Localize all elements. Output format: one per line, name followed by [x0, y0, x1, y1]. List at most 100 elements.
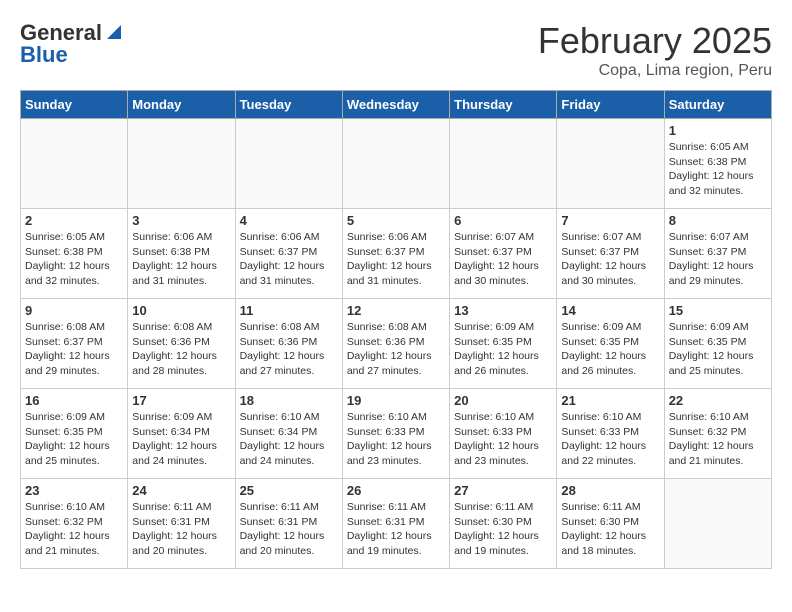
day-info: Sunrise: 6:10 AM Sunset: 6:32 PM Dayligh… [669, 410, 767, 469]
calendar-cell: 24Sunrise: 6:11 AM Sunset: 6:31 PM Dayli… [128, 479, 235, 569]
calendar-cell [450, 119, 557, 209]
calendar-cell: 10 Sunrise: 6:08 AM Sunset: 6:36 PM Dayli… [128, 299, 235, 389]
page-subtitle: Copa, Lima region, Peru [538, 62, 772, 80]
day-info: Sunrise: 6:08 AM Sunset: 6:36 PM Dayligh… [240, 320, 338, 379]
calendar-cell [235, 119, 342, 209]
day-number: 16 [25, 393, 123, 408]
day-info: Sunrise: 6:10 AM Sunset: 6:33 PM Dayligh… [454, 410, 552, 469]
calendar-header-friday: Friday [557, 91, 664, 119]
calendar-cell: 27 Sunrise: 6:11 AM Sunset: 6:30 PM Dayli… [450, 479, 557, 569]
day-number: 9 [25, 303, 123, 318]
logo: General Blue [20, 20, 121, 68]
day-number: 12 [347, 303, 445, 318]
day-number: 2 [25, 213, 123, 228]
day-number: 4 [240, 213, 338, 228]
day-number: 5 [347, 213, 445, 228]
calendar-cell: 9 Sunrise: 6:08 AM Sunset: 6:37 PM Daylig… [21, 299, 128, 389]
calendar-cell: 14 Sunrise: 6:09 AM Sunset: 6:35 PM Dayli… [557, 299, 664, 389]
day-number: 17 [132, 393, 230, 408]
page-title: February 2025 [538, 20, 772, 62]
day-number: 15 [669, 303, 767, 318]
calendar-table: SundayMondayTuesdayWednesdayThursdayFrid… [20, 90, 772, 569]
day-number: 11 [240, 303, 338, 318]
calendar-header-thursday: Thursday [450, 91, 557, 119]
title-area: February 2025 Copa, Lima region, Peru [538, 20, 772, 80]
day-info: Sunrise: 6:08 AM Sunset: 6:36 PM Dayligh… [132, 320, 230, 379]
calendar-cell: 17Sunrise: 6:09 AM Sunset: 6:34 PM Dayli… [128, 389, 235, 479]
logo-blue-text: Blue [20, 42, 68, 68]
calendar-cell [342, 119, 449, 209]
calendar-header-tuesday: Tuesday [235, 91, 342, 119]
calendar-cell: 7Sunrise: 6:07 AM Sunset: 6:37 PM Daylig… [557, 209, 664, 299]
day-info: Sunrise: 6:06 AM Sunset: 6:37 PM Dayligh… [347, 230, 445, 289]
day-number: 7 [561, 213, 659, 228]
calendar-cell: 21Sunrise: 6:10 AM Sunset: 6:33 PM Dayli… [557, 389, 664, 479]
day-info: Sunrise: 6:08 AM Sunset: 6:36 PM Dayligh… [347, 320, 445, 379]
day-number: 25 [240, 483, 338, 498]
calendar-header-monday: Monday [128, 91, 235, 119]
calendar-cell [557, 119, 664, 209]
calendar-cell: 6Sunrise: 6:07 AM Sunset: 6:37 PM Daylig… [450, 209, 557, 299]
calendar-cell: 26Sunrise: 6:11 AM Sunset: 6:31 PM Dayli… [342, 479, 449, 569]
day-info: Sunrise: 6:10 AM Sunset: 6:33 PM Dayligh… [561, 410, 659, 469]
calendar-cell: 22 Sunrise: 6:10 AM Sunset: 6:32 PM Dayli… [664, 389, 771, 479]
calendar-cell: 1 Sunrise: 6:05 AM Sunset: 6:38 PM Daylig… [664, 119, 771, 209]
calendar-cell: 3 Sunrise: 6:06 AM Sunset: 6:38 PM Daylig… [128, 209, 235, 299]
calendar-week-5: 23 Sunrise: 6:10 AM Sunset: 6:32 PM Dayli… [21, 479, 772, 569]
logo-triangle-icon [103, 23, 121, 41]
calendar-header-wednesday: Wednesday [342, 91, 449, 119]
day-info: Sunrise: 6:11 AM Sunset: 6:31 PM Dayligh… [240, 500, 338, 559]
day-number: 8 [669, 213, 767, 228]
calendar-cell: 18Sunrise: 6:10 AM Sunset: 6:34 PM Dayli… [235, 389, 342, 479]
calendar-cell: 28 Sunrise: 6:11 AM Sunset: 6:30 PM Dayli… [557, 479, 664, 569]
day-info: Sunrise: 6:11 AM Sunset: 6:30 PM Dayligh… [454, 500, 552, 559]
day-info: Sunrise: 6:06 AM Sunset: 6:38 PM Dayligh… [132, 230, 230, 289]
calendar-cell: 19Sunrise: 6:10 AM Sunset: 6:33 PM Dayli… [342, 389, 449, 479]
day-info: Sunrise: 6:09 AM Sunset: 6:35 PM Dayligh… [669, 320, 767, 379]
day-number: 20 [454, 393, 552, 408]
calendar-cell [128, 119, 235, 209]
day-info: Sunrise: 6:11 AM Sunset: 6:31 PM Dayligh… [347, 500, 445, 559]
calendar-cell [664, 479, 771, 569]
calendar-cell: 4 Sunrise: 6:06 AM Sunset: 6:37 PM Daylig… [235, 209, 342, 299]
day-number: 24 [132, 483, 230, 498]
calendar-cell [21, 119, 128, 209]
day-info: Sunrise: 6:10 AM Sunset: 6:32 PM Dayligh… [25, 500, 123, 559]
day-info: Sunrise: 6:09 AM Sunset: 6:35 PM Dayligh… [454, 320, 552, 379]
day-info: Sunrise: 6:06 AM Sunset: 6:37 PM Dayligh… [240, 230, 338, 289]
calendar-cell: 8 Sunrise: 6:07 AM Sunset: 6:37 PM Daylig… [664, 209, 771, 299]
day-info: Sunrise: 6:11 AM Sunset: 6:30 PM Dayligh… [561, 500, 659, 559]
day-number: 13 [454, 303, 552, 318]
day-info: Sunrise: 6:09 AM Sunset: 6:35 PM Dayligh… [561, 320, 659, 379]
day-info: Sunrise: 6:09 AM Sunset: 6:35 PM Dayligh… [25, 410, 123, 469]
calendar-cell: 20 Sunrise: 6:10 AM Sunset: 6:33 PM Dayli… [450, 389, 557, 479]
day-number: 28 [561, 483, 659, 498]
calendar-cell: 12 Sunrise: 6:08 AM Sunset: 6:36 PM Dayli… [342, 299, 449, 389]
calendar-cell: 23 Sunrise: 6:10 AM Sunset: 6:32 PM Dayli… [21, 479, 128, 569]
day-number: 6 [454, 213, 552, 228]
calendar-week-1: 1 Sunrise: 6:05 AM Sunset: 6:38 PM Daylig… [21, 119, 772, 209]
calendar-cell: 15 Sunrise: 6:09 AM Sunset: 6:35 PM Dayli… [664, 299, 771, 389]
calendar-cell: 25 Sunrise: 6:11 AM Sunset: 6:31 PM Dayli… [235, 479, 342, 569]
day-number: 23 [25, 483, 123, 498]
day-info: Sunrise: 6:05 AM Sunset: 6:38 PM Dayligh… [669, 140, 767, 199]
day-number: 27 [454, 483, 552, 498]
calendar-header-saturday: Saturday [664, 91, 771, 119]
day-info: Sunrise: 6:08 AM Sunset: 6:37 PM Dayligh… [25, 320, 123, 379]
calendar-cell: 5 Sunrise: 6:06 AM Sunset: 6:37 PM Daylig… [342, 209, 449, 299]
day-number: 3 [132, 213, 230, 228]
calendar-week-3: 9 Sunrise: 6:08 AM Sunset: 6:37 PM Daylig… [21, 299, 772, 389]
calendar-header-row: SundayMondayTuesdayWednesdayThursdayFrid… [21, 91, 772, 119]
calendar-header-sunday: Sunday [21, 91, 128, 119]
page-header: General Blue February 2025 Copa, Lima re… [20, 20, 772, 80]
day-number: 10 [132, 303, 230, 318]
day-info: Sunrise: 6:10 AM Sunset: 6:34 PM Dayligh… [240, 410, 338, 469]
calendar-cell: 11 Sunrise: 6:08 AM Sunset: 6:36 PM Dayli… [235, 299, 342, 389]
day-number: 19 [347, 393, 445, 408]
day-number: 1 [669, 123, 767, 138]
calendar-cell: 2Sunrise: 6:05 AM Sunset: 6:38 PM Daylig… [21, 209, 128, 299]
day-number: 22 [669, 393, 767, 408]
day-info: Sunrise: 6:07 AM Sunset: 6:37 PM Dayligh… [669, 230, 767, 289]
day-number: 14 [561, 303, 659, 318]
calendar-cell: 16 Sunrise: 6:09 AM Sunset: 6:35 PM Dayli… [21, 389, 128, 479]
